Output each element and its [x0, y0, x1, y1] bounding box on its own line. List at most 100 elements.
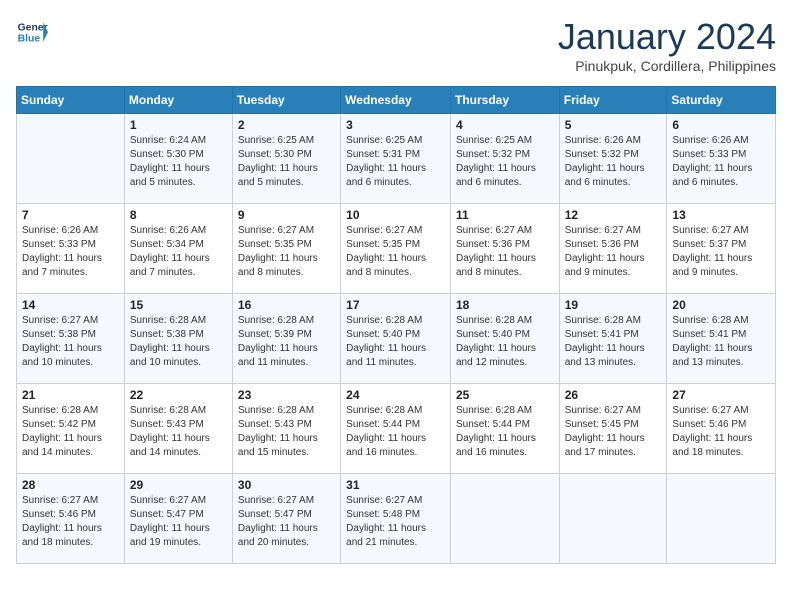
calendar-week-row: 21 Sunrise: 6:28 AMSunset: 5:42 PMDayligh… [17, 384, 776, 474]
calendar-cell: 23 Sunrise: 6:28 AMSunset: 5:43 PMDayligh… [232, 384, 340, 474]
calendar-cell [450, 474, 559, 564]
calendar-cell: 2Sunrise: 6:25 AMSunset: 5:30 PMDaylight… [232, 114, 340, 204]
day-info: Sunrise: 6:28 AMSunset: 5:43 PMDaylight:… [238, 404, 335, 460]
day-number: 11 [456, 208, 554, 222]
day-info: Sunrise: 6:27 AMSunset: 5:35 PMDaylight:… [238, 224, 335, 280]
day-number: 10 [346, 208, 445, 222]
day-info: Sunrise: 6:26 AMSunset: 5:32 PMDaylight:… [565, 134, 662, 190]
weekday-header-saturday: Saturday [667, 87, 776, 114]
day-number: 4 [456, 118, 554, 132]
day-info: Sunrise: 6:27 AMSunset: 5:46 PMDaylight:… [22, 494, 119, 550]
calendar-cell: 12 Sunrise: 6:27 AMSunset: 5:36 PMDayligh… [559, 204, 667, 294]
day-number: 25 [456, 388, 554, 402]
day-number: 9 [238, 208, 335, 222]
calendar-cell: 29Sunrise: 6:27 AMSunset: 5:47 PMDayligh… [124, 474, 232, 564]
calendar-cell: 9 Sunrise: 6:27 AMSunset: 5:35 PMDaylight… [232, 204, 340, 294]
calendar-cell [17, 114, 125, 204]
day-number: 26 [565, 388, 662, 402]
calendar-cell [559, 474, 667, 564]
calendar-cell: 5 Sunrise: 6:26 AMSunset: 5:32 PMDaylight… [559, 114, 667, 204]
day-number: 16 [238, 298, 335, 312]
day-info: Sunrise: 6:27 AMSunset: 5:37 PMDaylight:… [672, 224, 770, 280]
day-number: 5 [565, 118, 662, 132]
day-number: 14 [22, 298, 119, 312]
day-info: Sunrise: 6:28 AMSunset: 5:39 PMDaylight:… [238, 314, 335, 370]
weekday-header-tuesday: Tuesday [232, 87, 340, 114]
day-number: 12 [565, 208, 662, 222]
calendar-cell: 13 Sunrise: 6:27 AMSunset: 5:37 PMDayligh… [667, 204, 776, 294]
day-info: Sunrise: 6:27 AMSunset: 5:48 PMDaylight:… [346, 494, 445, 550]
day-number: 23 [238, 388, 335, 402]
day-info: Sunrise: 6:26 AMSunset: 5:33 PMDaylight:… [672, 134, 770, 190]
calendar-cell: 21 Sunrise: 6:28 AMSunset: 5:42 PMDayligh… [17, 384, 125, 474]
logo-icon: General Blue [16, 16, 48, 48]
logo: General Blue [16, 16, 48, 48]
day-info: Sunrise: 6:27 AMSunset: 5:38 PMDaylight:… [22, 314, 119, 370]
day-info: Sunrise: 6:25 AMSunset: 5:31 PMDaylight:… [346, 134, 445, 190]
day-info: Sunrise: 6:27 AMSunset: 5:47 PMDaylight:… [238, 494, 335, 550]
day-number: 30 [238, 478, 335, 492]
day-number: 20 [672, 298, 770, 312]
title-block: January 2024 Pinukpuk, Cordillera, Phili… [558, 16, 776, 74]
day-info: Sunrise: 6:28 AMSunset: 5:41 PMDaylight:… [672, 314, 770, 370]
calendar-cell [667, 474, 776, 564]
calendar-cell: 14 Sunrise: 6:27 AMSunset: 5:38 PMDayligh… [17, 294, 125, 384]
calendar-cell: 15 Sunrise: 6:28 AMSunset: 5:38 PMDayligh… [124, 294, 232, 384]
day-number: 3 [346, 118, 445, 132]
day-number: 13 [672, 208, 770, 222]
day-number: 6 [672, 118, 770, 132]
day-info: Sunrise: 6:27 AMSunset: 5:45 PMDaylight:… [565, 404, 662, 460]
calendar-cell: 16 Sunrise: 6:28 AMSunset: 5:39 PMDayligh… [232, 294, 340, 384]
month-title: January 2024 [558, 16, 776, 58]
day-number: 21 [22, 388, 119, 402]
weekday-header-wednesday: Wednesday [341, 87, 451, 114]
weekday-header-row: SundayMondayTuesdayWednesdayThursdayFrid… [17, 87, 776, 114]
calendar-cell: 4 Sunrise: 6:25 AMSunset: 5:32 PMDaylight… [450, 114, 559, 204]
day-info: Sunrise: 6:28 AMSunset: 5:43 PMDaylight:… [130, 404, 227, 460]
day-info: Sunrise: 6:27 AMSunset: 5:36 PMDaylight:… [565, 224, 662, 280]
day-number: 7 [22, 208, 119, 222]
day-number: 18 [456, 298, 554, 312]
day-info: Sunrise: 6:27 AMSunset: 5:36 PMDaylight:… [456, 224, 554, 280]
day-info: Sunrise: 6:28 AMSunset: 5:40 PMDaylight:… [346, 314, 445, 370]
calendar-cell: 6 Sunrise: 6:26 AMSunset: 5:33 PMDaylight… [667, 114, 776, 204]
calendar-cell: 24Sunrise: 6:28 AMSunset: 5:44 PMDayligh… [341, 384, 451, 474]
day-number: 19 [565, 298, 662, 312]
calendar-week-row: 28Sunrise: 6:27 AMSunset: 5:46 PMDayligh… [17, 474, 776, 564]
calendar-cell: 25Sunrise: 6:28 AMSunset: 5:44 PMDayligh… [450, 384, 559, 474]
calendar-cell: 18Sunrise: 6:28 AMSunset: 5:40 PMDayligh… [450, 294, 559, 384]
day-number: 15 [130, 298, 227, 312]
calendar-week-row: 1 Sunrise: 6:24 AMSunset: 5:30 PMDaylight… [17, 114, 776, 204]
location: Pinukpuk, Cordillera, Philippines [558, 58, 776, 74]
svg-text:Blue: Blue [18, 34, 41, 45]
weekday-header-thursday: Thursday [450, 87, 559, 114]
day-info: Sunrise: 6:27 AMSunset: 5:35 PMDaylight:… [346, 224, 445, 280]
calendar-cell: 10 Sunrise: 6:27 AMSunset: 5:35 PMDayligh… [341, 204, 451, 294]
day-info: Sunrise: 6:28 AMSunset: 5:42 PMDaylight:… [22, 404, 119, 460]
weekday-header-sunday: Sunday [17, 87, 125, 114]
calendar-table: SundayMondayTuesdayWednesdayThursdayFrid… [16, 86, 776, 564]
calendar-cell: 11 Sunrise: 6:27 AMSunset: 5:36 PMDayligh… [450, 204, 559, 294]
day-info: Sunrise: 6:24 AMSunset: 5:30 PMDaylight:… [130, 134, 227, 190]
day-info: Sunrise: 6:27 AMSunset: 5:46 PMDaylight:… [672, 404, 770, 460]
day-info: Sunrise: 6:28 AMSunset: 5:44 PMDaylight:… [346, 404, 445, 460]
calendar-cell: 3 Sunrise: 6:25 AMSunset: 5:31 PMDaylight… [341, 114, 451, 204]
day-number: 22 [130, 388, 227, 402]
calendar-cell: 8Sunrise: 6:26 AMSunset: 5:34 PMDaylight… [124, 204, 232, 294]
page-header: General Blue January 2024 Pinukpuk, Cord… [16, 16, 776, 74]
weekday-header-monday: Monday [124, 87, 232, 114]
weekday-header-friday: Friday [559, 87, 667, 114]
calendar-cell: 26 Sunrise: 6:27 AMSunset: 5:45 PMDayligh… [559, 384, 667, 474]
day-number: 8 [130, 208, 227, 222]
calendar-cell: 31 Sunrise: 6:27 AMSunset: 5:48 PMDayligh… [341, 474, 451, 564]
day-info: Sunrise: 6:28 AMSunset: 5:41 PMDaylight:… [565, 314, 662, 370]
day-info: Sunrise: 6:28 AMSunset: 5:38 PMDaylight:… [130, 314, 227, 370]
calendar-cell: 1 Sunrise: 6:24 AMSunset: 5:30 PMDaylight… [124, 114, 232, 204]
calendar-cell: 19 Sunrise: 6:28 AMSunset: 5:41 PMDayligh… [559, 294, 667, 384]
day-number: 31 [346, 478, 445, 492]
calendar-cell: 20 Sunrise: 6:28 AMSunset: 5:41 PMDayligh… [667, 294, 776, 384]
day-number: 1 [130, 118, 227, 132]
day-info: Sunrise: 6:25 AMSunset: 5:32 PMDaylight:… [456, 134, 554, 190]
calendar-cell: 22 Sunrise: 6:28 AMSunset: 5:43 PMDayligh… [124, 384, 232, 474]
calendar-cell: 28Sunrise: 6:27 AMSunset: 5:46 PMDayligh… [17, 474, 125, 564]
